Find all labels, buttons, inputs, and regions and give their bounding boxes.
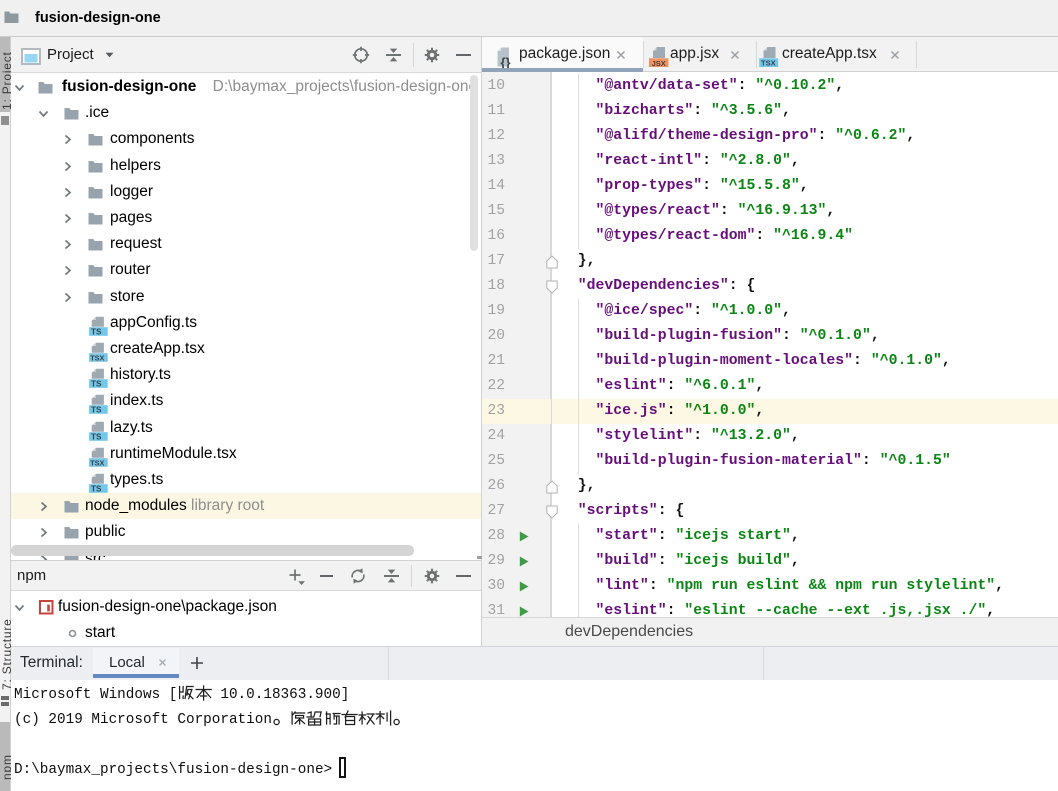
svg-text:TS: TS: [91, 380, 102, 388]
svg-text:JSX: JSX: [652, 59, 666, 67]
svg-text:TS: TS: [91, 406, 102, 414]
svg-text:TSX: TSX: [90, 354, 104, 363]
svg-text:{}: {}: [501, 55, 511, 69]
svg-text:TSX: TSX: [761, 59, 776, 67]
svg-text:TS: TS: [91, 327, 102, 335]
svg-text:TS: TS: [91, 485, 102, 493]
svg-text:TS: TS: [91, 432, 102, 440]
svg-text:TSX: TSX: [90, 458, 104, 467]
